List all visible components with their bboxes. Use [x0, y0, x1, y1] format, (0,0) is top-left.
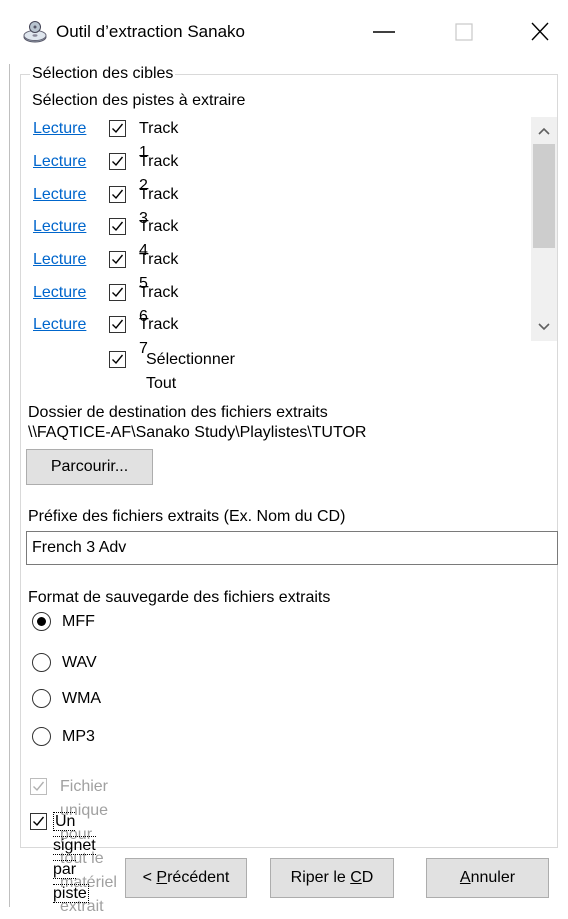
play-link[interactable]: Lecture: [33, 183, 86, 207]
single-file-checkbox: [30, 778, 47, 795]
checkmark-icon: [112, 189, 124, 200]
radio-label: WAV: [62, 654, 97, 671]
groupbox-legend: Sélection des cibles: [30, 62, 176, 86]
play-link[interactable]: Lecture: [33, 281, 86, 305]
play-link[interactable]: Lecture: [33, 313, 86, 337]
radio-button[interactable]: [32, 689, 51, 708]
radio-button[interactable]: [32, 653, 51, 672]
cancel-button[interactable]: Annuler: [426, 858, 549, 898]
radio-button[interactable]: [32, 612, 51, 631]
prefix-input[interactable]: French 3 Adv: [26, 531, 558, 565]
rip-button-prefix: Riper le: [290, 869, 351, 886]
cancel-button-label: nnuler: [470, 869, 516, 886]
play-link[interactable]: Lecture: [33, 248, 86, 272]
play-link[interactable]: Lecture: [33, 215, 86, 239]
checkmark-icon: [112, 156, 124, 167]
checkmark-icon: [33, 781, 45, 792]
previous-button-mnemonic: P: [156, 869, 168, 886]
window-frame: [9, 64, 10, 907]
checkmark-icon: [112, 221, 124, 232]
rip-cd-button[interactable]: Riper le CD: [270, 858, 394, 898]
scroll-thumb[interactable]: [533, 144, 555, 248]
scroll-up-icon[interactable]: [537, 123, 551, 141]
play-link[interactable]: Lecture: [33, 117, 86, 141]
checkmark-icon: [112, 319, 124, 330]
checkmark-icon: [33, 816, 45, 827]
scroll-down-icon[interactable]: [537, 319, 551, 337]
cancel-button-mnemonic: A: [459, 869, 471, 886]
track-list-scrollbar[interactable]: [531, 117, 557, 341]
checkmark-icon: [112, 123, 124, 134]
rip-button-mnemonic: C: [350, 869, 362, 886]
checkmark-icon: [112, 287, 124, 298]
radio-label: MFF: [62, 613, 95, 630]
maximize-button: [436, 10, 492, 54]
minimize-icon: [373, 31, 395, 33]
checkmark-icon: [112, 254, 124, 265]
cd-disc-icon: [23, 20, 47, 44]
bookmark-checkbox[interactable]: [30, 813, 47, 830]
select-all-checkbox[interactable]: [109, 351, 126, 368]
track-checkbox[interactable]: [109, 284, 126, 301]
radio-selected-dot: [37, 617, 46, 626]
rip-button-label: D: [361, 869, 374, 886]
track-checkbox[interactable]: [109, 316, 126, 333]
radio-button[interactable]: [32, 727, 51, 746]
play-link[interactable]: Lecture: [33, 150, 86, 174]
format-label: Format de sauvegarde des fichiers extrai…: [28, 589, 331, 606]
previous-button-prefix: <: [142, 869, 157, 886]
previous-button[interactable]: < Précédent: [125, 858, 247, 898]
minimize-button[interactable]: [356, 10, 412, 54]
bookmark-label: Un signet par piste: [53, 812, 96, 903]
browse-button[interactable]: Parcourir...: [26, 449, 153, 485]
track-checkbox[interactable]: [109, 186, 126, 203]
select-all-label: Sélectionner Tout: [146, 351, 235, 392]
radio-label: WMA: [62, 690, 102, 707]
tracks-heading: Sélection des pistes à extraire: [32, 92, 246, 109]
track-checkbox[interactable]: [109, 218, 126, 235]
destination-label: Dossier de destination des fichiers extr…: [28, 404, 328, 421]
track-checkbox[interactable]: [109, 120, 126, 137]
prefix-label: Préfixe des fichiers extraits (Ex. Nom d…: [28, 508, 346, 525]
track-checkbox[interactable]: [109, 251, 126, 268]
close-icon: [531, 22, 549, 41]
maximize-icon: [455, 23, 473, 41]
checkmark-icon: [112, 354, 124, 365]
title-bar: Outil d’extraction Sanako: [0, 0, 568, 64]
close-button[interactable]: [512, 10, 568, 54]
destination-path: \\FAQTICE-AF\Sanako Study\Playlistes\TUT…: [28, 424, 367, 441]
radio-label: MP3: [62, 728, 95, 745]
window-title: Outil d’extraction Sanako: [56, 22, 245, 41]
previous-button-label: récédent: [167, 869, 230, 886]
track-checkbox[interactable]: [109, 153, 126, 170]
